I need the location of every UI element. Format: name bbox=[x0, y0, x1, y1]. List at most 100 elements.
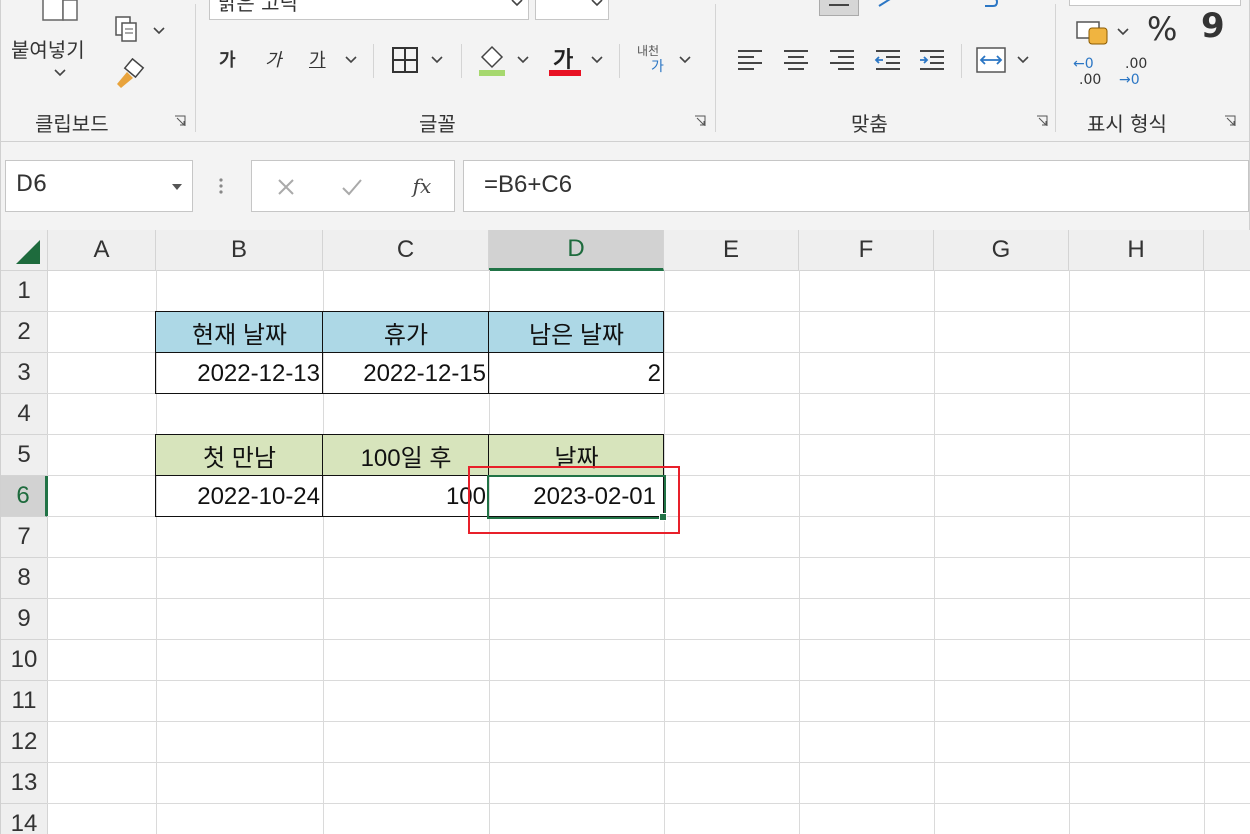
align-left-icon[interactable] bbox=[733, 44, 767, 76]
align-right-icon[interactable] bbox=[825, 44, 859, 76]
increase-decimal-button[interactable]: ←0 .00 bbox=[1073, 56, 1113, 92]
cell-d2[interactable]: 남은 날짜 bbox=[489, 312, 664, 353]
wrap-text-icon[interactable] bbox=[973, 0, 1003, 14]
gridline bbox=[799, 270, 800, 834]
underline-button[interactable]: 가 bbox=[309, 46, 326, 72]
merge-center-icon[interactable] bbox=[973, 44, 1009, 76]
table2-border bbox=[322, 434, 323, 517]
chevron-down-icon[interactable] bbox=[677, 54, 693, 66]
copy-icon[interactable] bbox=[111, 14, 143, 46]
column-header-partial[interactable] bbox=[1204, 230, 1250, 271]
formula-text: =B6+C6 bbox=[484, 171, 573, 198]
accounting-format-icon[interactable] bbox=[1073, 16, 1113, 48]
font-color-swatch bbox=[549, 70, 581, 76]
orientation-icon[interactable] bbox=[875, 0, 903, 12]
cell-c3[interactable]: 2022-12-15 bbox=[323, 353, 489, 394]
more-options-icon[interactable] bbox=[215, 172, 227, 200]
bold-button[interactable]: 가 bbox=[219, 46, 236, 72]
column-header-a[interactable]: A bbox=[48, 230, 156, 271]
percent-style-button[interactable]: % bbox=[1147, 10, 1177, 48]
row-header-3[interactable]: 3 bbox=[1, 353, 48, 394]
select-all-button[interactable] bbox=[1, 230, 48, 271]
row-header-7[interactable]: 7 bbox=[1, 517, 48, 558]
cell-d3[interactable]: 2 bbox=[489, 353, 664, 394]
chevron-down-icon[interactable] bbox=[343, 54, 359, 66]
cell-c6[interactable]: 100 bbox=[323, 476, 489, 517]
borders-icon[interactable] bbox=[389, 44, 421, 76]
decrease-decimal-top: .00 bbox=[1125, 56, 1148, 72]
row-header-5[interactable]: 5 bbox=[1, 435, 48, 476]
dialog-launcher-icon[interactable] bbox=[1035, 114, 1049, 128]
select-all-triangle-icon bbox=[16, 240, 40, 264]
increase-decimal-top: ←0 bbox=[1073, 56, 1094, 72]
phonetic-guide-button[interactable]: 내천 가 bbox=[633, 42, 673, 78]
row-header-14[interactable]: 14 bbox=[1, 804, 48, 834]
column-header-e[interactable]: E bbox=[664, 230, 799, 271]
row-header-6[interactable]: 6 bbox=[1, 476, 48, 517]
align-top-icon[interactable] bbox=[777, 0, 809, 12]
cell-b6[interactable]: 2022-10-24 bbox=[156, 476, 323, 517]
number-group-label: 표시 형식 bbox=[1087, 112, 1167, 136]
dialog-launcher-icon[interactable] bbox=[693, 114, 707, 128]
chevron-down-icon[interactable] bbox=[1015, 54, 1031, 66]
column-header-d[interactable]: D bbox=[489, 230, 664, 271]
chevron-down-icon[interactable] bbox=[515, 54, 531, 66]
cell-c5[interactable]: 100일 후 bbox=[323, 435, 489, 476]
name-box-dropdown-icon[interactable] bbox=[169, 180, 185, 194]
column-header-b[interactable]: B bbox=[156, 230, 323, 271]
row-header-13[interactable]: 13 bbox=[1, 763, 48, 804]
row-header-11[interactable]: 11 bbox=[1, 681, 48, 722]
cell-c2[interactable]: 휴가 bbox=[323, 312, 489, 353]
gridline bbox=[664, 270, 665, 834]
chevron-down-icon[interactable] bbox=[589, 54, 605, 66]
cancel-icon[interactable] bbox=[272, 173, 300, 201]
column-header-h[interactable]: H bbox=[1069, 230, 1204, 271]
align-center-icon[interactable] bbox=[779, 44, 813, 76]
cell-b2[interactable]: 현재 날짜 bbox=[156, 312, 323, 353]
column-header-g[interactable]: G bbox=[934, 230, 1069, 271]
gridline bbox=[47, 680, 1250, 681]
fx-label: fx bbox=[412, 174, 432, 198]
chevron-down-icon bbox=[510, 0, 524, 9]
comma-style-button[interactable]: 9 bbox=[1201, 6, 1225, 46]
row-header-4[interactable]: 4 bbox=[1, 394, 48, 435]
divider bbox=[373, 44, 374, 78]
cell-d5[interactable]: 날짜 bbox=[489, 435, 664, 476]
row-header-1[interactable]: 1 bbox=[1, 271, 48, 312]
fill-color-icon[interactable] bbox=[475, 42, 509, 78]
table1-border bbox=[322, 311, 323, 394]
dialog-launcher-icon[interactable] bbox=[1223, 114, 1237, 128]
increase-indent-icon[interactable] bbox=[915, 44, 949, 76]
format-painter-icon[interactable] bbox=[111, 56, 147, 90]
row-header-2[interactable]: 2 bbox=[1, 312, 48, 353]
font-name-select[interactable]: 맑은 고딕 bbox=[209, 0, 529, 20]
row-header-10[interactable]: 10 bbox=[1, 640, 48, 681]
italic-button[interactable]: 가 bbox=[265, 46, 282, 72]
name-box[interactable]: D6 bbox=[5, 160, 193, 212]
row-header-9[interactable]: 9 bbox=[1, 599, 48, 640]
column-header-f[interactable]: F bbox=[799, 230, 934, 271]
cell-b3[interactable]: 2022-12-13 bbox=[156, 353, 323, 394]
row-header-12[interactable]: 12 bbox=[1, 722, 48, 763]
chevron-down-icon[interactable] bbox=[151, 24, 167, 38]
worksheet-grid: A B C D E F G H 1 2 3 4 5 6 7 8 9 10 11 … bbox=[0, 230, 1250, 834]
font-size-select[interactable] bbox=[535, 0, 609, 20]
formula-input[interactable]: =B6+C6 bbox=[463, 160, 1249, 212]
fill-handle[interactable] bbox=[659, 513, 667, 521]
dialog-launcher-icon[interactable] bbox=[173, 114, 187, 128]
row-header-8[interactable]: 8 bbox=[1, 558, 48, 599]
cell-b5[interactable]: 첫 만남 bbox=[156, 435, 323, 476]
chevron-down-icon[interactable] bbox=[429, 54, 445, 66]
group-separator bbox=[715, 4, 716, 132]
paste-button[interactable]: 붙여넣기 bbox=[7, 0, 107, 92]
cell-d6[interactable]: 2023-02-01 bbox=[489, 476, 664, 517]
decrease-indent-icon[interactable] bbox=[871, 44, 905, 76]
align-middle-icon[interactable] bbox=[819, 0, 859, 16]
column-header-c[interactable]: C bbox=[323, 230, 489, 271]
gridline bbox=[1069, 270, 1070, 834]
insert-function-icon[interactable]: fx bbox=[404, 171, 440, 201]
paste-label: 붙여넣기 bbox=[11, 38, 85, 62]
decrease-decimal-button[interactable]: .00 →0 bbox=[1119, 56, 1159, 92]
chevron-down-icon[interactable] bbox=[1115, 26, 1131, 38]
enter-check-icon[interactable] bbox=[338, 173, 366, 201]
